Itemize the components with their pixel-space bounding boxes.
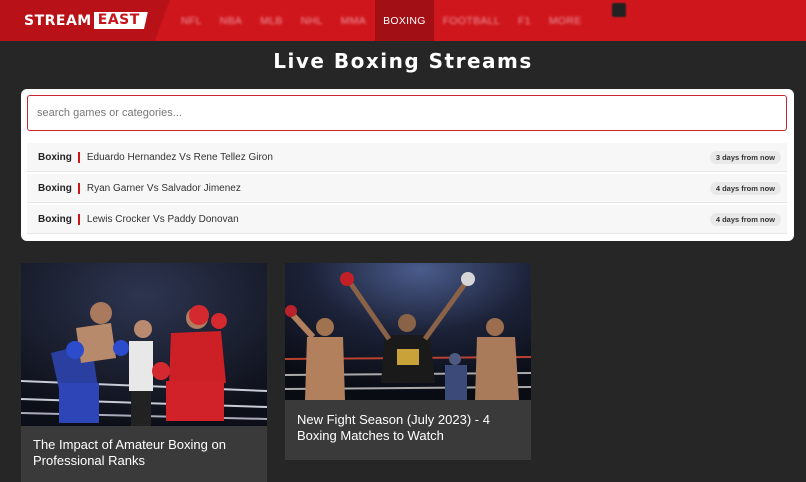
article-title: New Fight Season (July 2023) - 4 Boxing …: [285, 400, 531, 460]
main-nav: NFL NBA MLB NHL MMA BOXING FOOTBALL F1 M…: [172, 0, 591, 41]
event-time-badge: 4 days from now: [709, 213, 781, 226]
article-image-fight-season: [285, 263, 531, 400]
event-row[interactable]: Boxing Eduardo Hernandez Vs Rene Tellez …: [27, 143, 787, 172]
event-category: Boxing: [38, 151, 72, 163]
event-separator: [77, 151, 80, 163]
event-separator: [77, 213, 80, 225]
article-title: The Impact of Amateur Boxing on Professi…: [21, 426, 267, 482]
event-name: Ryan Garner Vs Salvador Jimenez: [86, 182, 241, 194]
search-card: Boxing Eduardo Hernandez Vs Rene Tellez …: [21, 89, 794, 241]
nav-item-nhl[interactable]: NHL: [292, 0, 332, 41]
article-image-amateur-boxing: [21, 263, 267, 426]
event-name: Lewis Crocker Vs Paddy Donovan: [86, 213, 239, 225]
nav-item-mlb[interactable]: MLB: [251, 0, 292, 41]
nav-item-nfl[interactable]: NFL: [172, 0, 211, 41]
article-card[interactable]: The Impact of Amateur Boxing on Professi…: [21, 263, 267, 482]
logo-text-stream: STREAM: [24, 12, 92, 29]
event-category: Boxing: [38, 182, 72, 194]
event-name: Eduardo Hernandez Vs Rene Tellez Giron: [86, 151, 273, 163]
plus-icon[interactable]: [612, 3, 626, 17]
nav-item-mma[interactable]: MMA: [332, 0, 375, 41]
event-row[interactable]: Boxing Lewis Crocker Vs Paddy Donovan 4 …: [27, 205, 787, 234]
event-time-badge: 4 days from now: [709, 182, 781, 195]
nav-item-nba[interactable]: NBA: [211, 0, 252, 41]
streameast-logo[interactable]: STREAM EAST: [24, 12, 148, 29]
page-title: Live Boxing Streams: [273, 49, 533, 73]
nav-item-boxing[interactable]: BOXING: [375, 0, 434, 41]
top-navigation-bar: STREAM EAST NFL NBA MLB NHL MMA BOXING F…: [0, 0, 806, 41]
logo-text-east: EAST: [93, 12, 148, 29]
event-separator: [77, 182, 80, 194]
nav-item-football[interactable]: FOOTBALL: [434, 0, 509, 41]
event-row[interactable]: Boxing Ryan Garner Vs Salvador Jimenez 4…: [27, 174, 787, 203]
event-time-badge: 3 days from now: [709, 151, 781, 164]
event-category: Boxing: [38, 213, 72, 225]
nav-item-f1[interactable]: F1: [509, 0, 540, 41]
logo-area[interactable]: STREAM EAST: [0, 0, 170, 41]
article-card[interactable]: New Fight Season (July 2023) - 4 Boxing …: [285, 263, 531, 460]
nav-item-more[interactable]: MORE: [540, 0, 591, 41]
search-input[interactable]: [27, 95, 787, 131]
